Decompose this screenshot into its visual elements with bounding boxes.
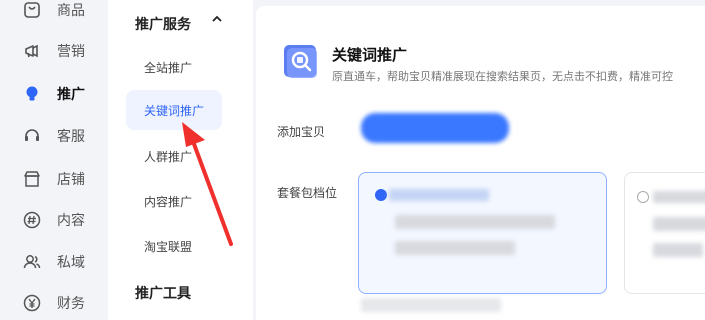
- headset-icon: [23, 127, 41, 145]
- submenu-item[interactable]: 内容推广: [126, 181, 222, 221]
- rail-label: 商品: [57, 2, 85, 18]
- rail-item-marketing[interactable]: 营销: [0, 36, 108, 66]
- rail-item-finance[interactable]: 财务: [0, 288, 108, 318]
- users-icon: [23, 253, 41, 271]
- submenu-item[interactable]: 淘宝联盟: [126, 226, 222, 266]
- bag-icon: [23, 1, 41, 19]
- left-nav-rail: 商品 营销 推广 客服 店铺 内容 私域 财务: [0, 0, 108, 320]
- rail-label: 内容: [57, 212, 85, 228]
- submenu-group-title[interactable]: 推广工具: [135, 283, 191, 303]
- package-detail: [395, 241, 515, 255]
- rail-item-promotion[interactable]: 推广: [0, 79, 108, 109]
- rail-item-service[interactable]: 客服: [0, 121, 108, 151]
- package-name: [389, 189, 489, 201]
- package-option-selected[interactable]: [358, 172, 607, 294]
- promotion-submenu: 推广服务 全站推广 关键词推广 人群推广 内容推广 淘宝联盟 推广工具: [108, 0, 253, 320]
- rail-label: 客服: [57, 128, 85, 144]
- rail-item-store[interactable]: 店铺: [0, 164, 108, 194]
- main-area: 关键词推广 原直通车，帮助宝贝精准展现在搜索结果页，无点击不扣费，精准可控 添加…: [253, 0, 705, 320]
- add-item-label: 添加宝贝: [277, 125, 326, 139]
- radio-unchecked-icon[interactable]: [637, 191, 649, 203]
- rail-label: 店铺: [57, 171, 85, 187]
- page-description: 原直通车，帮助宝贝精准展现在搜索结果页，无点击不扣费，精准可控: [332, 71, 673, 83]
- hash-icon: [23, 211, 41, 229]
- yen-icon: [23, 294, 41, 312]
- rail-label: 私域: [57, 254, 85, 270]
- bulb-icon: [23, 85, 41, 103]
- package-label: 套餐包档位: [277, 186, 338, 200]
- megaphone-icon: [23, 42, 41, 60]
- page-title: 关键词推广: [332, 47, 408, 64]
- keyword-search-icon: [280, 42, 320, 82]
- rail-item-products[interactable]: 商品: [0, 0, 108, 25]
- rail-label: 推广: [57, 86, 85, 102]
- package-option[interactable]: [624, 172, 705, 294]
- chevron-up-icon[interactable]: [212, 14, 222, 26]
- add-item-button[interactable]: [361, 113, 509, 143]
- rail-item-content[interactable]: 内容: [0, 205, 108, 235]
- submenu-group-title[interactable]: 推广服务: [135, 14, 191, 34]
- blurred-footer-text: [361, 298, 501, 312]
- package-detail: [395, 215, 555, 229]
- keyword-promotion-card: 关键词推广 原直通车，帮助宝贝精准展现在搜索结果页，无点击不扣费，精准可控 添加…: [256, 6, 705, 320]
- store-icon: [23, 170, 41, 188]
- package-name: [653, 191, 705, 203]
- rail-label: 财务: [57, 295, 85, 311]
- submenu-item[interactable]: 人群推广: [126, 136, 222, 176]
- submenu-item[interactable]: 全站推广: [126, 47, 222, 87]
- rail-item-private-domain[interactable]: 私域: [0, 247, 108, 277]
- radio-checked-icon[interactable]: [375, 189, 387, 201]
- rail-label: 营销: [57, 43, 85, 59]
- submenu-item-active[interactable]: 关键词推广: [126, 90, 222, 130]
- package-detail: [653, 217, 705, 231]
- package-detail: [653, 243, 703, 257]
